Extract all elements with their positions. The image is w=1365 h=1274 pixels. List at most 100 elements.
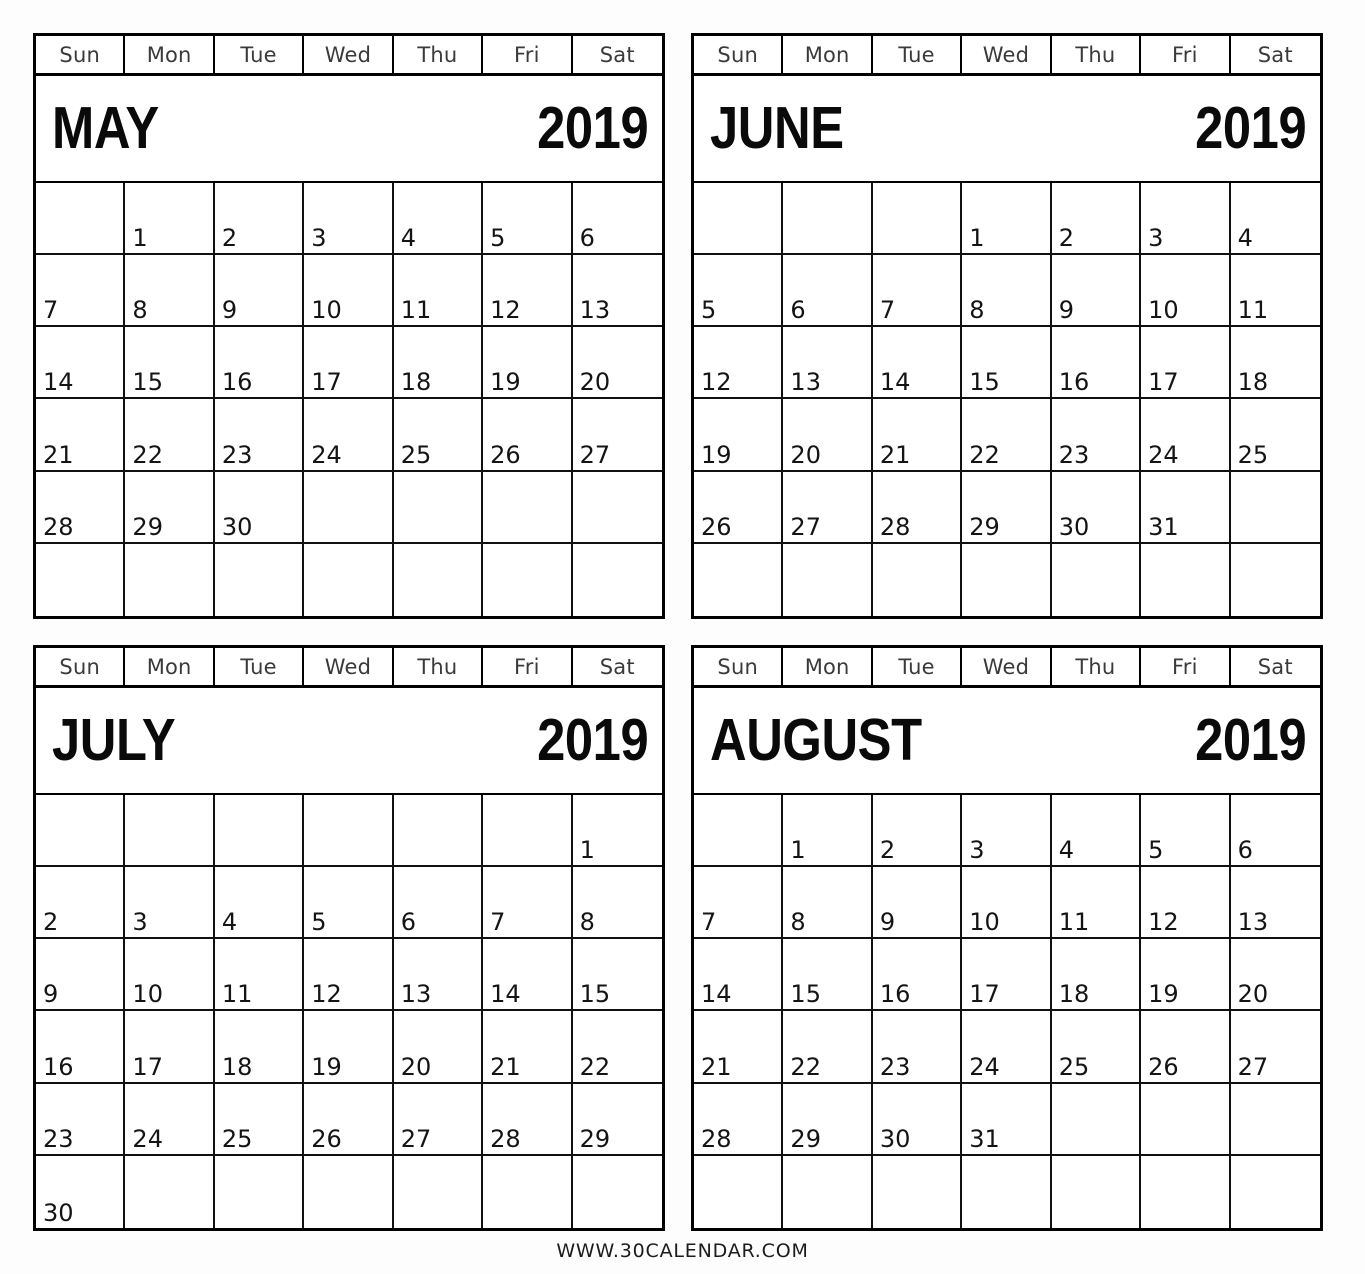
day-cell[interactable]: 17 — [1141, 327, 1231, 400]
day-cell[interactable]: 19 — [1141, 939, 1231, 1012]
day-cell[interactable]: 20 — [783, 399, 873, 472]
day-cell[interactable]: 6 — [572, 183, 662, 256]
day-cell[interactable]: 3 — [304, 183, 394, 256]
day-cell[interactable]: 10 — [962, 867, 1052, 940]
day-cell[interactable]: 19 — [694, 399, 784, 472]
day-cell[interactable]: 20 — [572, 327, 662, 400]
day-cell[interactable]: 4 — [214, 867, 305, 940]
day-cell[interactable]: 17 — [962, 939, 1052, 1012]
day-cell[interactable]: 22 — [783, 1011, 873, 1084]
day-cell[interactable]: 8 — [572, 867, 662, 940]
day-cell[interactable]: 8 — [783, 867, 873, 940]
day-cell[interactable]: 9 — [1051, 255, 1142, 328]
day-cell[interactable]: 1 — [572, 795, 662, 868]
day-cell[interactable]: 21 — [694, 1011, 784, 1084]
day-cell[interactable]: 31 — [962, 1083, 1052, 1156]
day-cell[interactable]: 18 — [1230, 327, 1320, 400]
day-cell[interactable]: 13 — [393, 939, 484, 1012]
day-cell[interactable]: 9 — [872, 867, 963, 940]
day-cell[interactable]: 25 — [214, 1083, 305, 1156]
day-cell[interactable]: 5 — [1141, 795, 1231, 868]
day-cell[interactable]: 21 — [872, 399, 963, 472]
day-cell[interactable]: 1 — [962, 183, 1052, 256]
day-cell[interactable]: 7 — [483, 867, 573, 940]
day-cell[interactable]: 20 — [393, 1011, 484, 1084]
day-cell[interactable]: 26 — [483, 399, 573, 472]
day-cell[interactable]: 24 — [125, 1083, 215, 1156]
day-cell[interactable]: 4 — [393, 183, 484, 256]
day-cell[interactable]: 15 — [572, 939, 662, 1012]
day-cell[interactable]: 19 — [483, 327, 573, 400]
day-cell[interactable]: 27 — [783, 471, 873, 544]
day-cell[interactable]: 7 — [36, 255, 126, 328]
day-cell[interactable]: 31 — [1141, 471, 1231, 544]
day-cell[interactable]: 27 — [393, 1083, 484, 1156]
day-cell[interactable]: 17 — [125, 1011, 215, 1084]
day-cell[interactable]: 14 — [694, 939, 784, 1012]
day-cell[interactable]: 16 — [214, 327, 305, 400]
day-cell[interactable]: 28 — [36, 471, 126, 544]
day-cell[interactable]: 21 — [483, 1011, 573, 1084]
day-cell[interactable]: 10 — [125, 939, 215, 1012]
day-cell[interactable]: 1 — [125, 183, 215, 256]
day-cell[interactable]: 12 — [694, 327, 784, 400]
day-cell[interactable]: 25 — [1051, 1011, 1142, 1084]
day-cell[interactable]: 30 — [214, 471, 305, 544]
day-cell[interactable]: 11 — [1230, 255, 1320, 328]
day-cell[interactable]: 12 — [483, 255, 573, 328]
day-cell[interactable]: 18 — [1051, 939, 1142, 1012]
day-cell[interactable]: 2 — [214, 183, 305, 256]
day-cell[interactable]: 4 — [1051, 795, 1142, 868]
day-cell[interactable]: 24 — [962, 1011, 1052, 1084]
day-cell[interactable]: 15 — [962, 327, 1052, 400]
day-cell[interactable]: 18 — [214, 1011, 305, 1084]
day-cell[interactable]: 6 — [393, 867, 484, 940]
day-cell[interactable]: 23 — [1051, 399, 1142, 472]
day-cell[interactable]: 13 — [572, 255, 662, 328]
day-cell[interactable]: 14 — [872, 327, 963, 400]
day-cell[interactable]: 9 — [214, 255, 305, 328]
day-cell[interactable]: 8 — [125, 255, 215, 328]
day-cell[interactable]: 22 — [125, 399, 215, 472]
day-cell[interactable]: 27 — [572, 399, 662, 472]
day-cell[interactable]: 5 — [483, 183, 573, 256]
day-cell[interactable]: 10 — [304, 255, 394, 328]
day-cell[interactable]: 20 — [1230, 939, 1320, 1012]
day-cell[interactable]: 16 — [872, 939, 963, 1012]
day-cell[interactable]: 11 — [214, 939, 305, 1012]
day-cell[interactable]: 17 — [304, 327, 394, 400]
day-cell[interactable]: 25 — [393, 399, 484, 472]
day-cell[interactable]: 24 — [1141, 399, 1231, 472]
day-cell[interactable]: 7 — [872, 255, 963, 328]
day-cell[interactable]: 6 — [783, 255, 873, 328]
day-cell[interactable]: 29 — [962, 471, 1052, 544]
day-cell[interactable]: 5 — [304, 867, 394, 940]
day-cell[interactable]: 5 — [694, 255, 784, 328]
day-cell[interactable]: 30 — [1051, 471, 1142, 544]
day-cell[interactable]: 11 — [1051, 867, 1142, 940]
day-cell[interactable]: 2 — [1051, 183, 1142, 256]
day-cell[interactable]: 29 — [783, 1083, 873, 1156]
day-cell[interactable]: 22 — [572, 1011, 662, 1084]
day-cell[interactable]: 7 — [694, 867, 784, 940]
day-cell[interactable]: 14 — [483, 939, 573, 1012]
day-cell[interactable]: 23 — [214, 399, 305, 472]
day-cell[interactable]: 1 — [783, 795, 873, 868]
day-cell[interactable]: 3 — [125, 867, 215, 940]
day-cell[interactable]: 28 — [694, 1083, 784, 1156]
day-cell[interactable]: 12 — [304, 939, 394, 1012]
day-cell[interactable]: 16 — [1051, 327, 1142, 400]
day-cell[interactable]: 2 — [872, 795, 963, 868]
day-cell[interactable]: 30 — [872, 1083, 963, 1156]
day-cell[interactable]: 24 — [304, 399, 394, 472]
day-cell[interactable]: 9 — [36, 939, 126, 1012]
day-cell[interactable]: 22 — [962, 399, 1052, 472]
day-cell[interactable]: 15 — [783, 939, 873, 1012]
day-cell[interactable]: 11 — [393, 255, 484, 328]
day-cell[interactable]: 15 — [125, 327, 215, 400]
day-cell[interactable]: 29 — [572, 1084, 662, 1156]
day-cell[interactable]: 29 — [125, 471, 215, 544]
day-cell[interactable]: 4 — [1230, 183, 1320, 256]
day-cell[interactable]: 23 — [36, 1083, 126, 1156]
day-cell[interactable]: 6 — [1230, 795, 1320, 868]
